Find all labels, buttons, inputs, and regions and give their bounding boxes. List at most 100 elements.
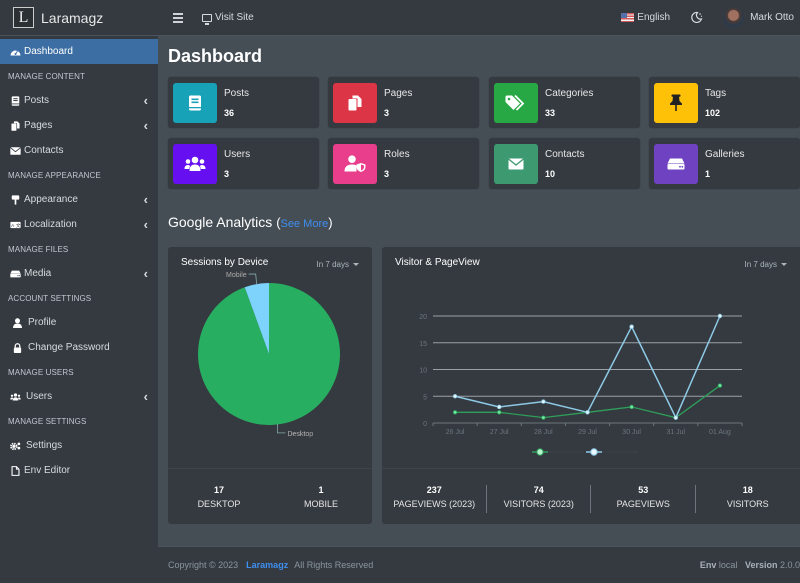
info-box-users[interactable]: Users 3 — [168, 138, 319, 189]
sidebar-item-label: Localization — [24, 219, 77, 230]
copy-icon — [9, 120, 21, 131]
data-point-pageviews[interactable] — [717, 313, 723, 319]
analytics-heading: Google Analytics (See More) — [168, 214, 333, 230]
sidebar-item-label: Contacts — [24, 145, 64, 156]
menu-toggle-icon[interactable] — [173, 12, 183, 23]
card-footer: 237 PAGEVIEWS (2023) 74 VISITORS (2023) … — [382, 468, 800, 524]
thumbtack-icon — [654, 82, 698, 123]
stat-label: VISITORS — [726, 498, 769, 509]
legend-marker-pageviews[interactable] — [590, 448, 598, 456]
users-icon — [173, 143, 217, 184]
data-point-visitors[interactable] — [629, 404, 634, 410]
sidebar-item-label: Posts — [24, 95, 50, 106]
y-tick-label: 10 — [419, 368, 427, 375]
stat-visitors: 18 VISITORS — [696, 485, 800, 509]
nav-section-header: MANAGE USERS — [8, 367, 74, 377]
pie-label-leader — [248, 273, 258, 285]
sidebar-item-label: Appearance — [24, 194, 78, 205]
sidebar-item-pages[interactable]: Pages ‹ — [0, 113, 158, 138]
user-name[interactable]: Mark Otto — [750, 12, 794, 23]
stat-label: MOBILE — [303, 498, 338, 509]
chevron-left-icon: ‹ — [143, 266, 148, 281]
info-box-categories[interactable]: Categories 33 — [489, 77, 640, 128]
sidebar-item-localization[interactable]: A 文 Localization ‹ — [0, 212, 158, 237]
data-point-pageviews[interactable] — [629, 324, 634, 329]
sidebar-item-label: Change Password — [28, 342, 110, 353]
sidebar-item-settings[interactable]: Settings — [0, 433, 158, 458]
brand-logo: L — [13, 7, 34, 28]
chevron-left-icon: ‹ — [143, 118, 148, 133]
brand-link[interactable]: L Laramagz — [0, 0, 158, 36]
info-box-label: Tags — [705, 87, 727, 99]
nav-section-header: MANAGE CONTENT — [8, 71, 85, 81]
info-box-label: Categories — [545, 87, 594, 99]
info-box-label: Users — [224, 148, 251, 160]
info-box-contacts[interactable]: Contacts 10 — [489, 138, 640, 189]
data-point-pageviews[interactable] — [585, 410, 590, 415]
dashboard-icon — [9, 47, 21, 57]
dark-mode-toggle-icon[interactable] — [690, 11, 703, 24]
sidebar-item-posts[interactable]: Posts ‹ — [0, 88, 158, 113]
nav-section-header: ACCOUNT SETTINGS — [8, 293, 92, 303]
info-box-label: Galleries — [705, 148, 745, 160]
data-point-pageviews[interactable] — [452, 394, 458, 399]
data-point-visitors[interactable] — [717, 383, 723, 388]
sidebar-item-media[interactable]: Media ‹ — [0, 261, 158, 286]
language-icon: A文 — [9, 220, 21, 230]
footer-brand-link[interactable]: Laramagz — [246, 560, 288, 570]
nav-section-header: MANAGE FILES — [8, 244, 69, 254]
hdd-icon — [9, 269, 21, 279]
info-box-tags[interactable]: Tags 102 — [649, 77, 800, 128]
sidebar-item-appearance[interactable]: Appearance ‹ — [0, 187, 158, 212]
info-box-value: 102 — [705, 107, 721, 118]
user-avatar[interactable] — [723, 7, 745, 28]
sidebar-item-env-editor[interactable]: Env Editor — [0, 458, 158, 483]
see-more-link[interactable]: See More — [281, 218, 329, 230]
info-box-posts[interactable]: Posts 36 — [168, 77, 319, 128]
info-box-roles[interactable]: Roles 3 — [328, 138, 479, 189]
stat-label: VISITORS (2023) — [503, 498, 574, 509]
user-icon — [11, 317, 23, 328]
stat-value: 74 — [533, 484, 544, 495]
sidebar-item-contacts[interactable]: Contacts — [0, 138, 158, 163]
desktop-icon — [202, 13, 212, 25]
env-label: Env — [699, 560, 717, 570]
legend-marker-visitors[interactable] — [536, 448, 544, 456]
file-icon — [9, 465, 21, 476]
data-point-visitors[interactable] — [541, 415, 546, 420]
visit-site-link[interactable]: Visit Site — [202, 12, 254, 25]
book-icon — [173, 82, 217, 123]
x-tick-label: 27 Jul — [490, 429, 509, 436]
language-label: English — [637, 12, 671, 23]
y-tick-label: 5 — [423, 394, 427, 401]
sidebar-item-profile[interactable]: Profile — [0, 310, 158, 335]
info-box-value: 3 — [384, 168, 390, 179]
info-box-value: 1 — [705, 168, 711, 179]
x-tick-label: 01 Aug — [709, 429, 731, 436]
data-point-pageviews[interactable] — [541, 399, 546, 404]
book-icon — [9, 95, 21, 106]
sidebar-item-users[interactable]: Users ‹ — [0, 384, 158, 409]
sidebar-item-change-password[interactable]: Change Password — [0, 335, 158, 360]
sidebar-item-label: Pages — [24, 120, 53, 131]
hdd-icon — [654, 143, 698, 184]
sidebar-item-dashboard[interactable]: Dashboard — [0, 39, 158, 64]
info-box-galleries[interactable]: Galleries 1 — [649, 138, 800, 189]
info-box-pages[interactable]: Pages 3 — [328, 77, 479, 128]
sidebar-nav: Dashboard MANAGE CONTENT Posts ‹ Pages ‹ Conta… — [0, 36, 158, 483]
visit-site-label: Visit Site — [215, 12, 254, 23]
stat-label: PAGEVIEWS (2023) — [393, 498, 476, 509]
info-box-label: Roles — [384, 148, 410, 160]
data-point-pageviews[interactable] — [673, 415, 678, 420]
language-dropdown[interactable]: English — [621, 12, 670, 23]
data-point-visitors[interactable] — [452, 410, 458, 415]
data-point-visitors[interactable] — [497, 410, 502, 415]
y-tick-label: 20 — [419, 314, 427, 321]
stat-pageviews: 53 PAGEVIEWS — [591, 484, 696, 513]
version-label: Version — [744, 560, 778, 570]
data-point-pageviews[interactable] — [497, 404, 502, 410]
env-value: local — [718, 560, 738, 570]
us-flag-icon — [621, 13, 635, 22]
chevron-left-icon: ‹ — [143, 192, 148, 207]
stat-pageviews-year: 237 PAGEVIEWS (2023) — [382, 484, 487, 513]
